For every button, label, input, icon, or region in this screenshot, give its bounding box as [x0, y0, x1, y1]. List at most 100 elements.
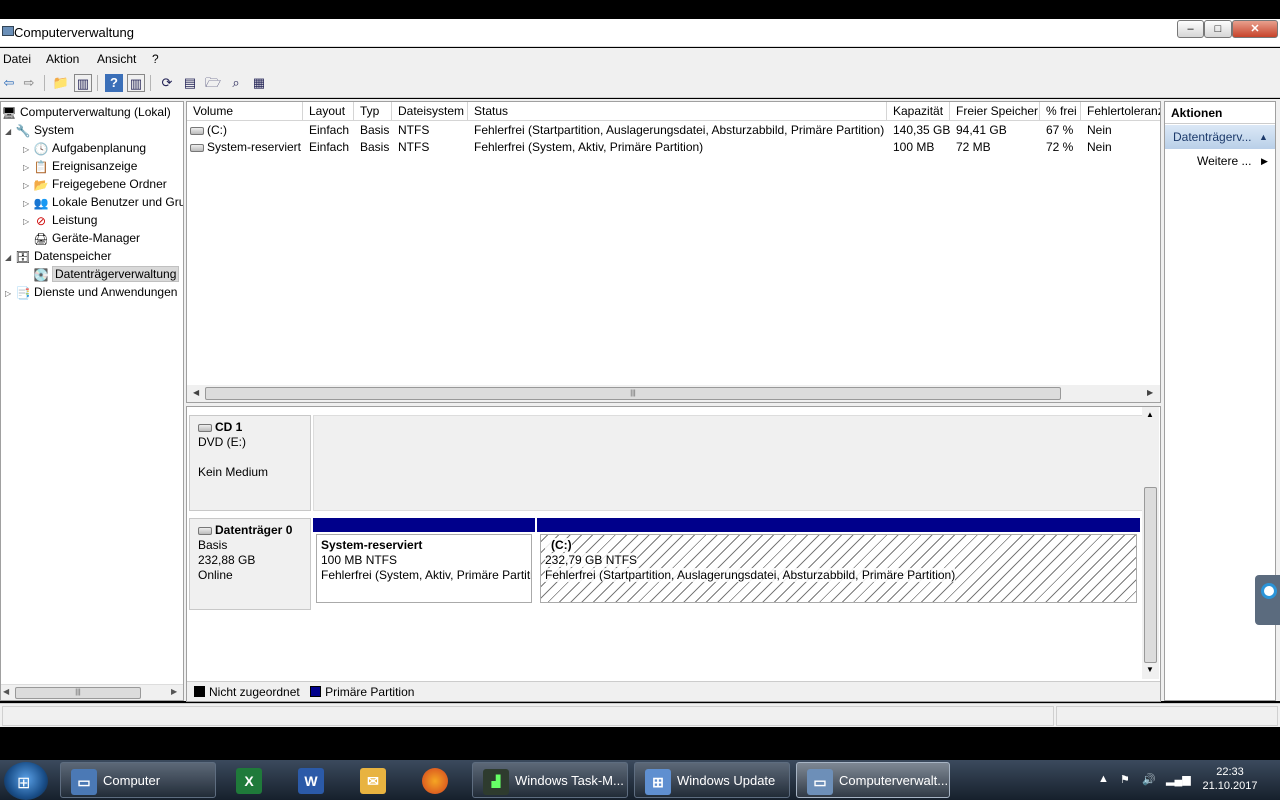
gadget-icon	[1261, 583, 1277, 599]
partition-body[interactable]: (C:) 232,79 GB NTFS Fehlerfrei (Startpar…	[540, 534, 1137, 603]
volume-icon[interactable]: 🔊	[1142, 773, 1156, 786]
column-header-dateisystem[interactable]: Dateisystem	[392, 102, 468, 121]
taskbar-item-excel[interactable]: X	[222, 762, 278, 798]
taskbar: ⊞ ▭ Computer X W ✉ ▟ Windows Task-M... ⊞ Wi…	[0, 760, 1280, 800]
back-icon[interactable]: ⇦	[0, 74, 18, 92]
disk-management-icon: 💽	[33, 267, 49, 282]
column-header-typ[interactable]: Typ	[354, 102, 392, 121]
window-title: Computerverwaltung	[14, 25, 134, 40]
performance-icon: ⊘	[35, 213, 47, 228]
disk-label-cd1[interactable]: CD 1 DVD (E:) Kein Medium	[189, 415, 311, 511]
close-button[interactable]: ✕	[1232, 20, 1278, 38]
tree-item-leistung[interactable]: ▷ ⊘ Leistung	[23, 211, 97, 229]
menu-ansicht[interactable]: Ansicht	[97, 52, 136, 66]
column-header-volume[interactable]: Volume	[187, 102, 303, 121]
collapse-icon[interactable]: ◢	[5, 123, 15, 141]
scroll-up-icon[interactable]: ▲	[1146, 410, 1154, 419]
collapse-up-icon[interactable]: ▲	[1259, 125, 1268, 149]
taskbar-item-outlook[interactable]: ✉	[346, 762, 402, 798]
help-icon[interactable]: ?	[105, 74, 123, 92]
tree-item-aufgabenplanung[interactable]: ▷ 🕓 Aufgabenplanung	[23, 139, 146, 157]
taskbar-item-windows-update[interactable]: ⊞ Windows Update	[634, 762, 790, 798]
expand-icon[interactable]: ▷	[5, 285, 15, 303]
computer-icon: ▭	[71, 768, 97, 795]
action-center-icon[interactable]: ⚑	[1120, 773, 1130, 786]
menu-datei[interactable]: Datei	[3, 52, 31, 66]
partition-name: System-reserviert	[321, 538, 423, 552]
taskbar-item-firefox[interactable]	[408, 762, 464, 798]
forward-icon[interactable]: ⇨	[20, 74, 38, 92]
taskbar-item-computerverwaltung[interactable]: ▭ Computerverwalt...	[796, 762, 950, 798]
tree-item-datentraegerverwaltung[interactable]: 💽 Datenträgerverwaltung	[23, 265, 180, 283]
computer-management-icon: ▭	[807, 768, 833, 795]
device-manager-icon: 🖨	[33, 231, 49, 246]
disk-properties-icon[interactable]: ▦	[250, 74, 268, 92]
legend-swatch-unallocated	[194, 686, 205, 697]
actions-header: Aktionen	[1165, 102, 1275, 124]
start-button[interactable]: ⊞	[4, 762, 48, 800]
menu-aktion[interactable]: Aktion	[46, 52, 79, 66]
status-panel	[2, 706, 1054, 726]
partition-c[interactable]: (C:) 232,79 GB NTFS Fehlerfrei (Startpar…	[537, 518, 1140, 606]
tree-item-freigegebene-ordner[interactable]: ▷ 📂 Freigegebene Ordner	[23, 175, 167, 193]
tree-item-dienste[interactable]: ▷ 📑 Dienste und Anwendungen	[5, 283, 177, 301]
cell-status: Fehlerfrei (System, Aktiv, Primäre Parti…	[474, 140, 704, 154]
tree-item-datenspeicher[interactable]: ◢ 🗄 Datenspeicher	[5, 247, 111, 265]
scroll-thumb[interactable]	[1144, 487, 1157, 663]
column-header-status[interactable]: Status	[468, 102, 887, 121]
partition-name: (C:)	[545, 538, 572, 552]
scroll-down-icon[interactable]: ▼	[1146, 665, 1154, 674]
actions-section-datentraegerverwaltung[interactable]: Datenträgerv... ▲	[1165, 125, 1275, 149]
cell-dateisystem: NTFS	[398, 123, 430, 137]
minimize-button[interactable]: –	[1177, 20, 1204, 38]
partition-body[interactable]: System-reserviert 100 MB NTFS Fehlerfrei…	[316, 534, 532, 603]
open-folder-icon[interactable]: 🗁	[204, 74, 222, 92]
side-gadget[interactable]	[1255, 575, 1280, 625]
computer-management-icon: 🖥	[1, 105, 17, 120]
maximize-button[interactable]: □	[1204, 20, 1232, 38]
scroll-left-icon[interactable]: ◀	[193, 388, 199, 397]
refresh-icon[interactable]: ⟳	[158, 74, 176, 92]
up-folder-icon[interactable]: 📁	[52, 74, 70, 92]
tree-item-geraete-manager[interactable]: 🖨 Geräte-Manager	[23, 229, 140, 247]
clock[interactable]: 22:33 21.10.2017	[1201, 765, 1259, 793]
console-tree-icon[interactable]: ▥	[74, 74, 92, 92]
drive-icon	[190, 143, 204, 152]
partition-system-reserviert[interactable]: System-reserviert 100 MB NTFS Fehlerfrei…	[313, 518, 535, 606]
scroll-left-icon[interactable]: ◀	[3, 687, 9, 696]
properties-icon[interactable]: ▤	[181, 74, 199, 92]
tree-item-ereignisanzeige[interactable]: ▷ 📋 Ereignisanzeige	[23, 157, 137, 175]
table-row[interactable]: (C:) Einfach Basis NTFS Fehlerfrei (Star…	[187, 122, 1160, 139]
collapse-icon[interactable]: ◢	[5, 249, 15, 267]
scroll-thumb[interactable]: |||	[15, 687, 141, 699]
scroll-thumb[interactable]: |||	[205, 387, 1061, 400]
search-icon[interactable]: ⌕	[227, 74, 245, 92]
disk-view-vertical-scrollbar[interactable]: ▲ ▼	[1142, 407, 1159, 679]
network-icon[interactable]: ▂▄▆	[1166, 773, 1191, 786]
column-header-freier-speicher[interactable]: Freier Speicher	[950, 102, 1040, 121]
tree-item-lokale-benutzer[interactable]: ▷ 👥 Lokale Benutzer und Gru	[23, 193, 183, 211]
taskbar-item-computer[interactable]: ▭ Computer	[60, 762, 216, 798]
show-hide-action-pane-icon[interactable]: ▥	[127, 74, 145, 92]
volume-list-horizontal-scrollbar[interactable]: ◀ ||| ▶	[187, 385, 1160, 402]
disk-label-disk0[interactable]: Datenträger 0 Basis 232,88 GB Online	[189, 518, 311, 610]
taskbar-item-task-manager[interactable]: ▟ Windows Task-M...	[472, 762, 628, 798]
taskbar-item-word[interactable]: W	[284, 762, 340, 798]
menu-help[interactable]: ?	[152, 52, 159, 66]
column-header-kapazitaet[interactable]: Kapazität	[887, 102, 950, 121]
partition-color-bar	[313, 518, 535, 532]
column-header-layout[interactable]: Layout	[303, 102, 354, 121]
tree-horizontal-scrollbar[interactable]: ◀ ||| ▶	[1, 684, 183, 700]
status-bar	[0, 703, 1280, 727]
scroll-right-icon[interactable]: ▶	[171, 687, 177, 696]
more-actions-item[interactable]: Weitere ... ▶	[1197, 152, 1268, 170]
cell-layout: Einfach	[309, 140, 350, 154]
tree-item-computer-management[interactable]: 🖥 Computerverwaltung (Lokal)	[1, 103, 170, 121]
toolbar: ⇦ ⇨ 📁 ▥ ? ▥ ⟳ ▤ 🗁 ⌕ ▦	[0, 70, 1280, 98]
show-hidden-icons-icon[interactable]: ▲	[1098, 773, 1109, 785]
scroll-right-icon[interactable]: ▶	[1147, 388, 1153, 397]
column-header-fehlertoleranz[interactable]: Fehlertoleranz	[1081, 102, 1160, 121]
column-header-prozent-frei[interactable]: % frei	[1040, 102, 1081, 121]
tree-item-system[interactable]: ◢ 🔧 System	[5, 121, 74, 139]
table-row[interactable]: System-reserviert Einfach Basis NTFS Feh…	[187, 139, 1160, 156]
